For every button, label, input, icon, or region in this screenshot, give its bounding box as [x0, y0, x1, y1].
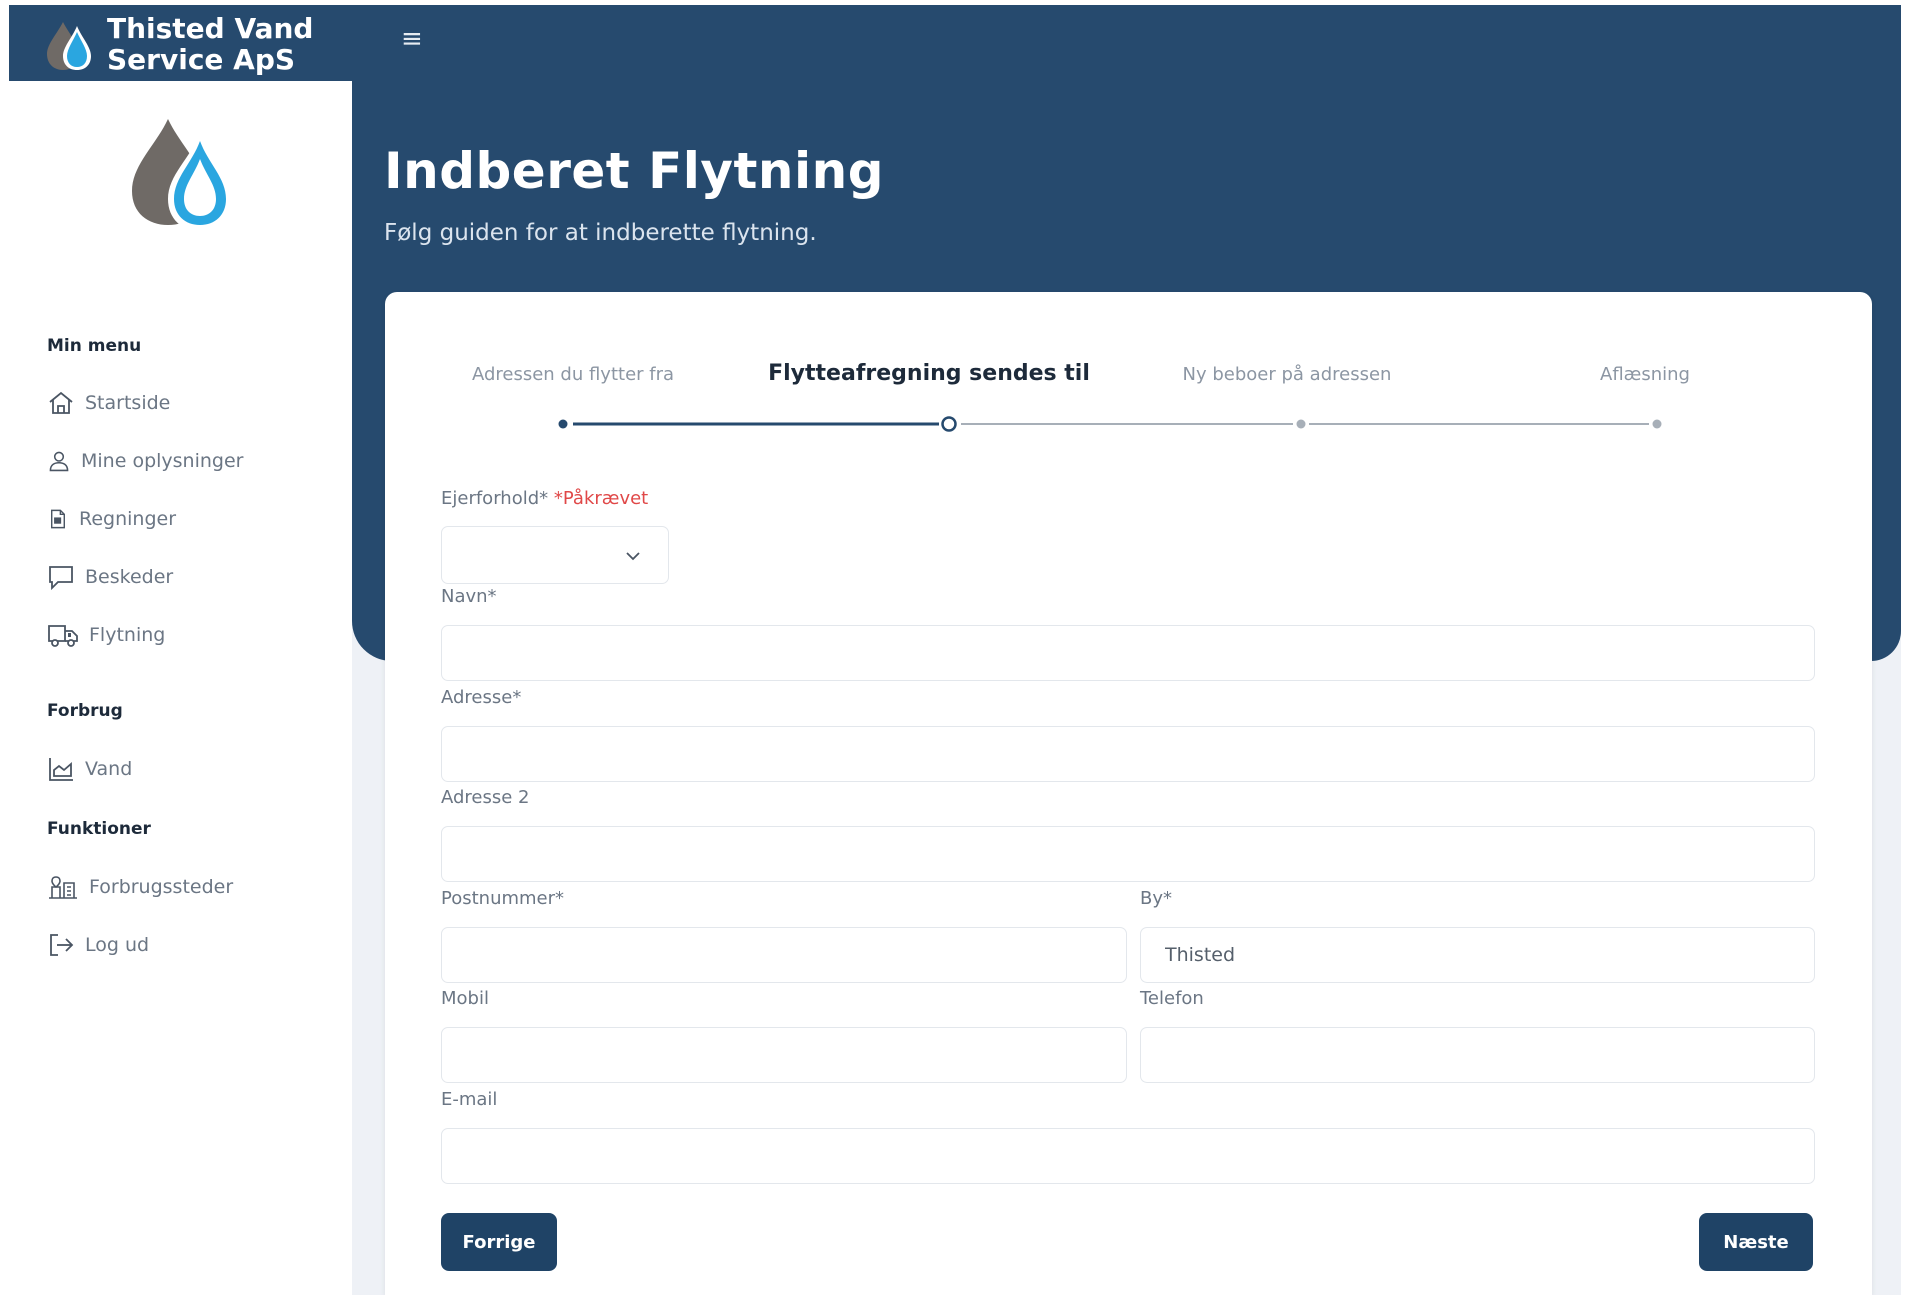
step-label-aflaesning[interactable]: Aflæsning: [1465, 364, 1825, 385]
ejerforhold-label: Ejerforhold* *Påkrævet: [441, 488, 648, 509]
adresse-input[interactable]: [441, 726, 1815, 782]
adresse-label: Adresse*: [441, 687, 522, 708]
hamburger-menu-icon[interactable]: ≡: [401, 25, 429, 53]
mobil-label: Mobil: [441, 988, 489, 1009]
truck-icon: [48, 625, 78, 647]
mobil-input[interactable]: [441, 1027, 1127, 1083]
step-label-flytteafregning-sendes-til[interactable]: Flytteafregning sendes til: [749, 361, 1109, 386]
sidebar-item-log-ud[interactable]: Log ud: [47, 929, 149, 961]
page-subtitle: Følg guiden for at indberette flytning.: [384, 220, 817, 246]
sidebar: Min menu Startside Mine oplysninger Regn…: [9, 81, 352, 1295]
sidebar-item-vand[interactable]: Vand: [47, 753, 132, 785]
previous-button[interactable]: Forrige: [441, 1213, 557, 1271]
sidebar-section-funktioner: Funktioner: [47, 819, 151, 839]
postnummer-input[interactable]: [441, 927, 1127, 983]
step-label-adressen-du-flytter-fra[interactable]: Adressen du flytter fra: [393, 364, 753, 385]
step-dot-pending: [1296, 419, 1306, 429]
ejerforhold-label-text: Ejerforhold*: [441, 488, 549, 509]
sidebar-item-label: Forbrugssteder: [89, 876, 234, 898]
page-title: Indberet Flytning: [384, 142, 884, 200]
adresse2-input[interactable]: [441, 826, 1815, 882]
home-icon: [49, 391, 73, 414]
sidebar-item-label: Mine oplysninger: [81, 450, 244, 472]
top-navbar: Thisted Vand Service ApS ≡: [9, 5, 1901, 81]
adresse2-label: Adresse 2: [441, 787, 530, 808]
chart-icon: [49, 758, 73, 781]
sidebar-item-label: Beskeder: [85, 566, 174, 588]
sidebar-item-forbrugssteder[interactable]: Forbrugssteder: [47, 871, 233, 903]
ejerforhold-select[interactable]: [441, 526, 669, 584]
logout-icon: [50, 934, 74, 956]
required-note: *Påkrævet: [553, 488, 649, 509]
sidebar-item-regninger[interactable]: Regninger: [47, 503, 176, 535]
brand[interactable]: Thisted Vand Service ApS: [39, 13, 313, 75]
location-building-icon: [49, 876, 77, 899]
sidebar-item-beskeder[interactable]: Beskeder: [47, 561, 173, 593]
sidebar-item-label: Log ud: [85, 934, 150, 956]
chevron-down-icon: [626, 552, 640, 561]
sidebar-item-label: Startside: [85, 392, 171, 414]
step-dot-active: [941, 416, 957, 432]
sidebar-item-label: Vand: [85, 758, 133, 780]
navn-input[interactable]: [441, 625, 1815, 681]
step-label-ny-beboer-paa-adressen[interactable]: Ny beboer på adressen: [1107, 364, 1467, 385]
sidebar-item-startside[interactable]: Startside: [47, 387, 170, 419]
navn-label: Navn*: [441, 586, 497, 607]
sidebar-section-forbrug: Forbrug: [47, 701, 123, 721]
next-button[interactable]: Næste: [1699, 1213, 1813, 1271]
telefon-label: Telefon: [1140, 988, 1204, 1009]
telefon-input[interactable]: [1140, 1027, 1815, 1083]
water-drops-logo-icon: [47, 22, 91, 70]
email-input[interactable]: [441, 1128, 1815, 1184]
by-input[interactable]: [1140, 927, 1815, 983]
invoice-icon: [51, 509, 65, 529]
step-dot-done: [558, 419, 568, 429]
sidebar-item-mine-oplysninger[interactable]: Mine oplysninger: [47, 445, 243, 477]
postnummer-label: Postnummer*: [441, 888, 565, 909]
brand-name-line2: Service ApS: [107, 43, 296, 76]
message-icon: [49, 566, 73, 591]
by-label: By*: [1140, 888, 1173, 909]
sidebar-item-label: Flytning: [89, 624, 166, 646]
step-dot-pending: [1652, 419, 1662, 429]
brand-name-line1: Thisted Vand: [107, 12, 314, 45]
wizard-card: Adressen du flytter fra Flytteafregning …: [385, 292, 1872, 1295]
sidebar-item-label: Regninger: [79, 508, 177, 530]
wizard-progress-stepper: [558, 416, 1662, 432]
sidebar-section-min-menu: Min menu: [47, 336, 142, 356]
water-drops-logo-icon: [132, 119, 232, 231]
email-label: E-mail: [441, 1089, 498, 1110]
user-icon: [49, 451, 69, 472]
sidebar-item-flytning[interactable]: Flytning: [47, 619, 165, 651]
